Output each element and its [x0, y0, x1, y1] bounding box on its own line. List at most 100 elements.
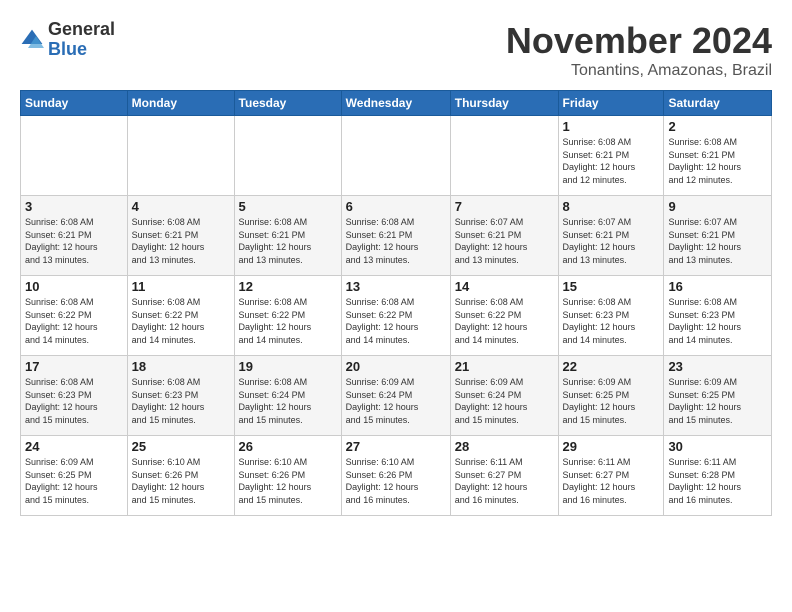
day-info: Sunrise: 6:11 AMSunset: 6:27 PMDaylight:… [455, 456, 554, 506]
day-number: 16 [668, 279, 767, 294]
day-info: Sunrise: 6:10 AMSunset: 6:26 PMDaylight:… [239, 456, 337, 506]
day-info: Sunrise: 6:08 AMSunset: 6:22 PMDaylight:… [455, 296, 554, 346]
day-number: 8 [563, 199, 660, 214]
day-number: 24 [25, 439, 123, 454]
calendar-week-5: 24 Sunrise: 6:09 AMSunset: 6:25 PMDayligh… [21, 436, 772, 516]
day-number: 29 [563, 439, 660, 454]
logo-text: General Blue [48, 20, 115, 60]
day-number: 30 [668, 439, 767, 454]
calendar-header-sunday: Sunday [21, 91, 128, 116]
day-info: Sunrise: 6:08 AMSunset: 6:23 PMDaylight:… [25, 376, 123, 426]
calendar-cell: 29 Sunrise: 6:11 AMSunset: 6:27 PMDayligh… [558, 436, 664, 516]
header: General Blue November 2024 Tonantins, Am… [20, 20, 772, 80]
day-number: 1 [563, 119, 660, 134]
calendar-week-2: 3 Sunrise: 6:08 AMSunset: 6:21 PMDaylight… [21, 196, 772, 276]
day-info: Sunrise: 6:08 AMSunset: 6:22 PMDaylight:… [132, 296, 230, 346]
day-number: 6 [346, 199, 446, 214]
calendar-cell: 25Sunrise: 6:10 AMSunset: 6:26 PMDayligh… [127, 436, 234, 516]
day-number: 9 [668, 199, 767, 214]
day-number: 18 [132, 359, 230, 374]
day-number: 27 [346, 439, 446, 454]
day-info: Sunrise: 6:07 AMSunset: 6:21 PMDaylight:… [563, 216, 660, 266]
calendar-cell: 11 Sunrise: 6:08 AMSunset: 6:22 PMDayligh… [127, 276, 234, 356]
day-info: Sunrise: 6:09 AMSunset: 6:25 PMDaylight:… [25, 456, 123, 506]
day-info: Sunrise: 6:08 AMSunset: 6:22 PMDaylight:… [346, 296, 446, 346]
calendar-cell: 21 Sunrise: 6:09 AMSunset: 6:24 PMDayligh… [450, 356, 558, 436]
day-number: 7 [455, 199, 554, 214]
calendar-cell [234, 116, 341, 196]
title-area: November 2024 Tonantins, Amazonas, Brazi… [506, 20, 772, 80]
calendar-cell: 13Sunrise: 6:08 AMSunset: 6:22 PMDayligh… [341, 276, 450, 356]
calendar-cell: 10 Sunrise: 6:08 AMSunset: 6:22 PMDayligh… [21, 276, 128, 356]
day-info: Sunrise: 6:08 AMSunset: 6:21 PMDaylight:… [563, 136, 660, 186]
calendar-header-thursday: Thursday [450, 91, 558, 116]
day-number: 5 [239, 199, 337, 214]
day-info: Sunrise: 6:11 AMSunset: 6:28 PMDaylight:… [668, 456, 767, 506]
calendar-header-row: SundayMondayTuesdayWednesdayThursdayFrid… [21, 91, 772, 116]
day-info: Sunrise: 6:10 AMSunset: 6:26 PMDaylight:… [346, 456, 446, 506]
calendar-cell: 27 Sunrise: 6:10 AMSunset: 6:26 PMDayligh… [341, 436, 450, 516]
day-info: Sunrise: 6:08 AMSunset: 6:21 PMDaylight:… [132, 216, 230, 266]
day-number: 28 [455, 439, 554, 454]
location-subtitle: Tonantins, Amazonas, Brazil [506, 62, 772, 80]
calendar-cell [450, 116, 558, 196]
day-number: 19 [239, 359, 337, 374]
calendar-cell [341, 116, 450, 196]
calendar-cell: 16 Sunrise: 6:08 AMSunset: 6:23 PMDayligh… [664, 276, 772, 356]
month-title: November 2024 [506, 20, 772, 62]
calendar-header-tuesday: Tuesday [234, 91, 341, 116]
calendar-week-4: 17 Sunrise: 6:08 AMSunset: 6:23 PMDayligh… [21, 356, 772, 436]
calendar-header-friday: Friday [558, 91, 664, 116]
calendar-cell: 24 Sunrise: 6:09 AMSunset: 6:25 PMDayligh… [21, 436, 128, 516]
calendar-week-3: 10 Sunrise: 6:08 AMSunset: 6:22 PMDayligh… [21, 276, 772, 356]
day-number: 15 [563, 279, 660, 294]
day-info: Sunrise: 6:09 AMSunset: 6:25 PMDaylight:… [563, 376, 660, 426]
logo: General Blue [20, 20, 115, 60]
day-info: Sunrise: 6:08 AMSunset: 6:23 PMDaylight:… [563, 296, 660, 346]
day-info: Sunrise: 6:07 AMSunset: 6:21 PMDaylight:… [455, 216, 554, 266]
day-info: Sunrise: 6:08 AMSunset: 6:22 PMDaylight:… [239, 296, 337, 346]
calendar-cell: 22Sunrise: 6:09 AMSunset: 6:25 PMDayligh… [558, 356, 664, 436]
day-number: 10 [25, 279, 123, 294]
day-info: Sunrise: 6:11 AMSunset: 6:27 PMDaylight:… [563, 456, 660, 506]
calendar-cell [127, 116, 234, 196]
day-number: 20 [346, 359, 446, 374]
calendar-week-1: 1 Sunrise: 6:08 AMSunset: 6:21 PMDaylight… [21, 116, 772, 196]
calendar-cell: 5Sunrise: 6:08 AMSunset: 6:21 PMDaylight… [234, 196, 341, 276]
calendar-cell: 28 Sunrise: 6:11 AMSunset: 6:27 PMDayligh… [450, 436, 558, 516]
calendar-cell: 8 Sunrise: 6:07 AMSunset: 6:21 PMDaylight… [558, 196, 664, 276]
day-number: 3 [25, 199, 123, 214]
day-info: Sunrise: 6:09 AMSunset: 6:24 PMDaylight:… [455, 376, 554, 426]
calendar-cell: 1 Sunrise: 6:08 AMSunset: 6:21 PMDaylight… [558, 116, 664, 196]
day-number: 14 [455, 279, 554, 294]
calendar-cell: 26Sunrise: 6:10 AMSunset: 6:26 PMDayligh… [234, 436, 341, 516]
day-info: Sunrise: 6:08 AMSunset: 6:22 PMDaylight:… [25, 296, 123, 346]
day-number: 21 [455, 359, 554, 374]
calendar-cell: 4Sunrise: 6:08 AMSunset: 6:21 PMDaylight… [127, 196, 234, 276]
day-info: Sunrise: 6:08 AMSunset: 6:21 PMDaylight:… [346, 216, 446, 266]
calendar-header-wednesday: Wednesday [341, 91, 450, 116]
calendar-cell: 14 Sunrise: 6:08 AMSunset: 6:22 PMDayligh… [450, 276, 558, 356]
calendar-header-saturday: Saturday [664, 91, 772, 116]
calendar-cell: 7 Sunrise: 6:07 AMSunset: 6:21 PMDaylight… [450, 196, 558, 276]
day-info: Sunrise: 6:08 AMSunset: 6:21 PMDaylight:… [668, 136, 767, 186]
calendar-header-monday: Monday [127, 91, 234, 116]
day-number: 17 [25, 359, 123, 374]
calendar-cell: 23Sunrise: 6:09 AMSunset: 6:25 PMDayligh… [664, 356, 772, 436]
calendar-cell: 15 Sunrise: 6:08 AMSunset: 6:23 PMDayligh… [558, 276, 664, 356]
day-number: 25 [132, 439, 230, 454]
calendar-cell: 18 Sunrise: 6:08 AMSunset: 6:23 PMDayligh… [127, 356, 234, 436]
logo-icon [20, 28, 44, 52]
calendar-cell: 9Sunrise: 6:07 AMSunset: 6:21 PMDaylight… [664, 196, 772, 276]
day-info: Sunrise: 6:08 AMSunset: 6:23 PMDaylight:… [132, 376, 230, 426]
calendar-cell: 17 Sunrise: 6:08 AMSunset: 6:23 PMDayligh… [21, 356, 128, 436]
day-info: Sunrise: 6:08 AMSunset: 6:23 PMDaylight:… [668, 296, 767, 346]
day-info: Sunrise: 6:08 AMSunset: 6:21 PMDaylight:… [25, 216, 123, 266]
calendar-cell: 19 Sunrise: 6:08 AMSunset: 6:24 PMDayligh… [234, 356, 341, 436]
calendar-cell: 2 Sunrise: 6:08 AMSunset: 6:21 PMDaylight… [664, 116, 772, 196]
day-info: Sunrise: 6:08 AMSunset: 6:24 PMDaylight:… [239, 376, 337, 426]
calendar-cell [21, 116, 128, 196]
day-number: 11 [132, 279, 230, 294]
day-number: 2 [668, 119, 767, 134]
calendar-body: 1 Sunrise: 6:08 AMSunset: 6:21 PMDaylight… [21, 116, 772, 516]
